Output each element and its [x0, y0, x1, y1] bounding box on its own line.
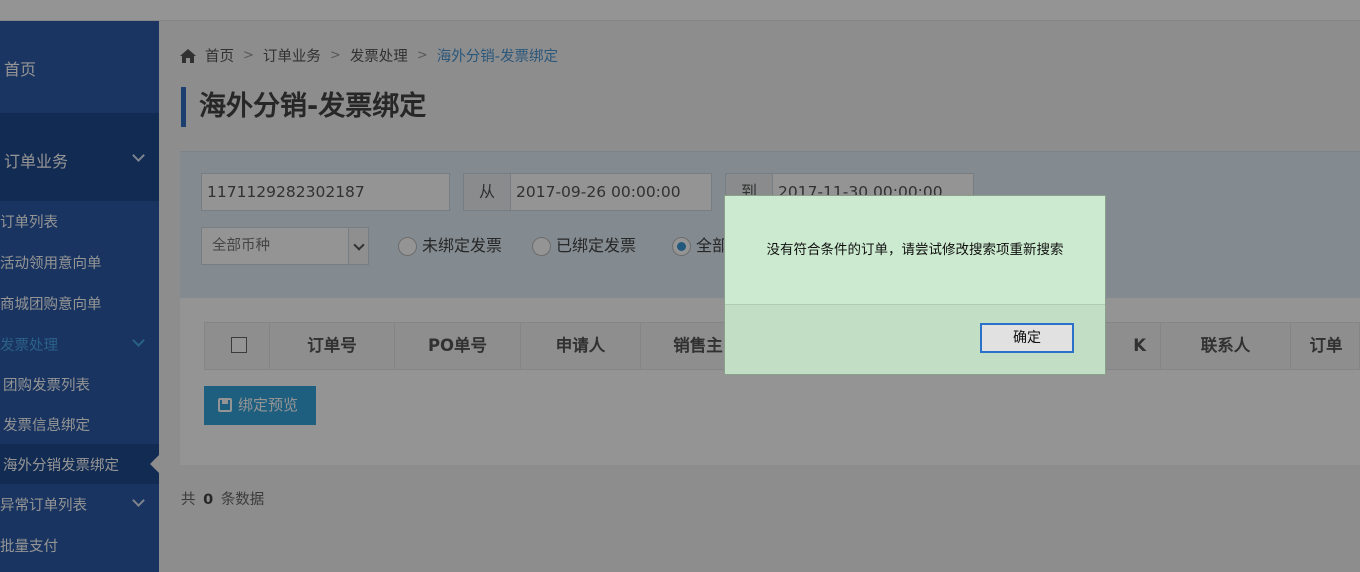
modal-overlay [0, 0, 1360, 572]
dialog-footer: 确定 [725, 304, 1105, 374]
dialog-ok-button[interactable]: 确定 [980, 323, 1074, 353]
alert-dialog: 没有符合条件的订单，请尝试修改搜索项重新搜索 确定 [724, 195, 1106, 375]
dialog-message: 没有符合条件的订单，请尝试修改搜索项重新搜索 [766, 242, 1064, 258]
